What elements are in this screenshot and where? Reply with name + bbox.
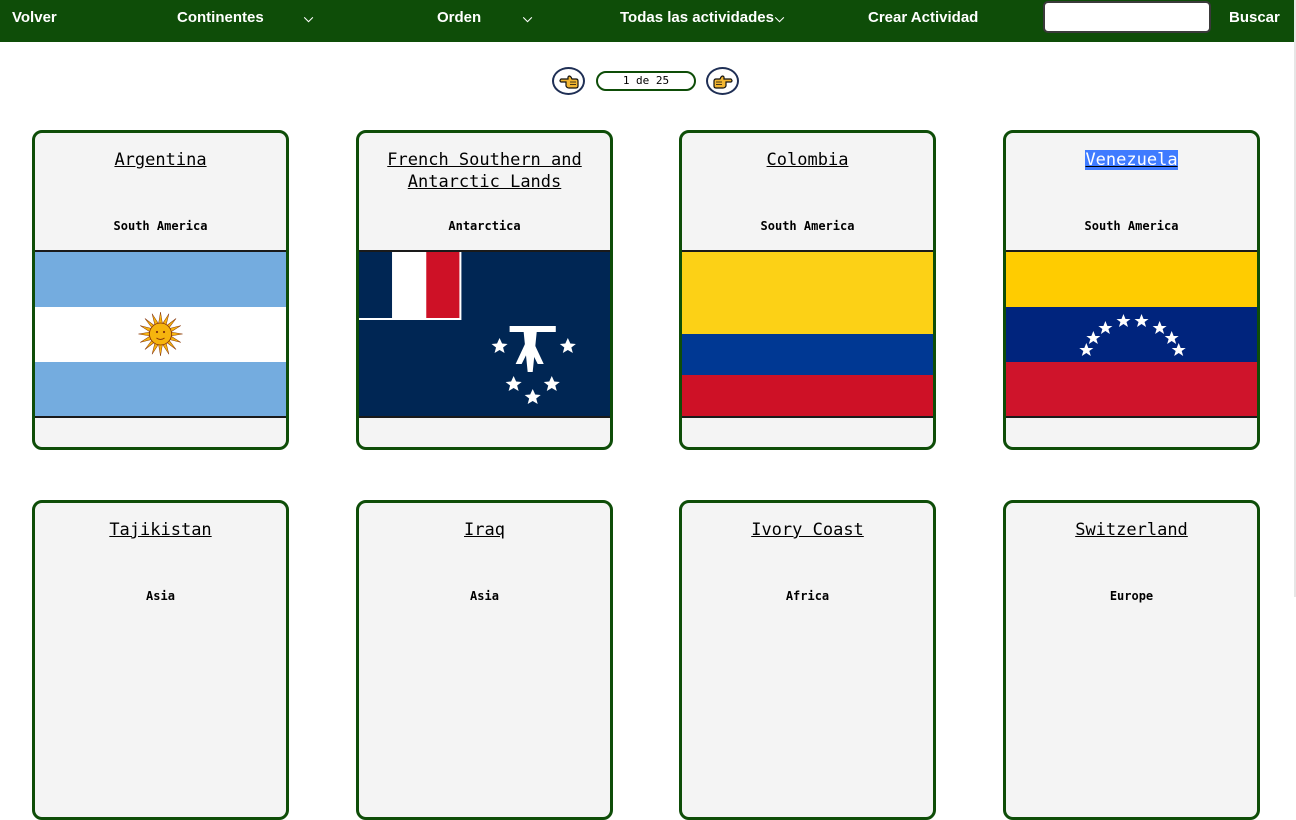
order-select[interactable]: Orden ⌵ [437,0,537,36]
country-name-link[interactable]: Argentina [35,149,286,171]
back-link[interactable]: Volver [12,0,57,36]
selected-text: Venezuela [1085,150,1178,170]
chevron-down-icon: ⌵ [775,11,785,25]
colombia-flag [682,250,933,418]
order-select-label: Orden [437,9,482,26]
country-name-link[interactable]: Switzerland [1006,519,1257,541]
country-name-link[interactable]: Colombia [682,149,933,171]
continents-select-label: Continentes [177,9,264,26]
country-name-link[interactable]: Ivory Coast [682,519,933,541]
country-continent: Antarctica [448,219,521,233]
country-name-link[interactable]: French Southern and Antarctic Lands [359,149,610,193]
search-button[interactable]: Buscar [1229,0,1280,36]
prev-page-button[interactable] [552,67,585,95]
create-activity-link[interactable]: Crear Actividad [868,0,978,36]
country-continent: Africa [785,589,830,603]
country-continent: Asia [470,589,499,603]
country-continent: South America [760,219,855,233]
chevron-down-icon: ⌵ [523,11,533,25]
country-card[interactable]: Iraq Asia [356,500,613,820]
country-continent: South America [113,219,208,233]
country-continent: Asia [146,589,175,603]
country-continent: Europe [1109,589,1154,603]
page-indicator: 1 de 25 [596,71,696,91]
country-card[interactable]: Colombia South America [679,130,936,450]
country-card[interactable]: Ivory Coast Africa [679,500,936,820]
argentina-flag [35,250,286,418]
country-continent: South America [1084,219,1179,233]
country-name-link[interactable]: Venezuela [1006,149,1257,171]
country-name-link[interactable]: Iraq [359,519,610,541]
search-input[interactable] [1043,1,1211,33]
country-card[interactable]: French Southern and Antarctic Lands Anta… [356,130,613,450]
country-card[interactable]: Tajikistan Asia [32,500,289,820]
pointing-hand-right-icon [713,75,733,89]
chevron-down-icon: ⌵ [304,11,314,25]
country-name-link[interactable]: Tajikistan [35,519,286,541]
country-card[interactable]: Switzerland Europe [1003,500,1260,820]
activities-select[interactable]: Todas las actividades ⌵ [620,0,790,36]
venezuela-flag [1006,250,1257,418]
country-card[interactable]: Argentina South America [32,130,289,450]
pointing-hand-left-icon [559,75,579,89]
french-southern-lands-flag [359,250,610,418]
top-navbar: Volver Continentes ⌵ Orden ⌵ Todas las a… [0,0,1294,42]
activities-select-label: Todas las actividades [620,9,774,26]
next-page-button[interactable] [706,67,739,95]
country-card[interactable]: Venezuela South America [1003,130,1260,450]
continents-select[interactable]: Continentes ⌵ [177,0,317,36]
